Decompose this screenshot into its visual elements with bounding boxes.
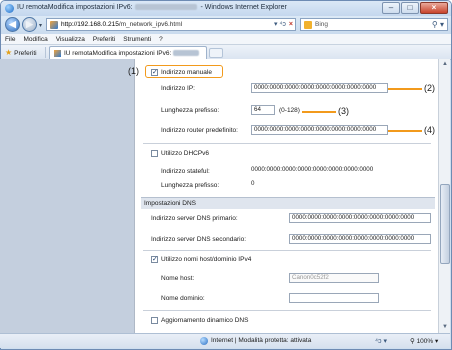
menu-preferiti[interactable]: Preferiti (93, 34, 115, 44)
close-button[interactable]: × (420, 2, 448, 14)
favorites-button[interactable]: ★ Preferiti (5, 48, 37, 57)
stop-icon[interactable]: × (289, 21, 293, 28)
dns-secondary-label: Indirizzo server DNS secondario: (151, 236, 247, 243)
search-input[interactable]: Bing (315, 21, 328, 28)
vertical-scrollbar[interactable]: ▲ ▼ (438, 59, 450, 333)
dns-section-header: Impostazioni DNS (141, 197, 435, 209)
redacted-tab-part (173, 50, 200, 57)
favorites-bar: ★ Preferiti IU remotaModifica impostazion… (1, 45, 451, 60)
recent-pages-dropdown[interactable]: ▾ (39, 22, 42, 29)
callout-1: (1) (128, 66, 139, 76)
zoom-level[interactable]: ⚲ 100% ▾ (410, 337, 438, 345)
globe-icon (200, 337, 208, 345)
search-icon[interactable]: ⚲ ▾ (432, 20, 444, 29)
forward-button[interactable]: ▶ (22, 17, 37, 32)
separator (45, 47, 46, 58)
dynamic-dns-checkbox[interactable] (151, 317, 158, 324)
prefix-length-label: Lunghezza prefisso: (161, 107, 220, 114)
address-controls[interactable]: ▾ ⁴ↄ × (274, 20, 293, 28)
stateful-address-label: Indirizzo stateful: (161, 168, 210, 175)
ip-address-label: Indirizzo IP: (161, 85, 195, 92)
window-title: IU remotaModifica impostazioni IPv6: - W… (17, 4, 287, 11)
stateful-prefix-label: Lunghezza prefisso: (161, 182, 220, 189)
menu-help[interactable]: ? (159, 34, 163, 44)
prefix-length-input[interactable]: 64 (251, 105, 275, 115)
prefix-range-hint: (0-128) (279, 107, 300, 114)
use-ipv4-names-checkbox[interactable] (151, 255, 158, 263)
default-router-label: Indirizzo router predefinito: (161, 127, 238, 134)
callout-3: (3) (338, 106, 349, 116)
host-name-label: Nome host: (161, 275, 195, 282)
search-box[interactable]: Bing ⚲ ▾ (300, 18, 448, 31)
address-url[interactable]: http://192.168.0.215/m_network_ipv6.html (61, 21, 182, 28)
manual-address-checkbox[interactable] (151, 68, 158, 76)
window-controls: – □ × (381, 2, 448, 14)
page-favicon-icon (50, 21, 58, 29)
dns-primary-label: Indirizzo server DNS primario: (151, 215, 238, 222)
stateful-address-value: 0000:0000:0000:0000:0000:0000:0000:0000 (251, 166, 374, 173)
menu-file[interactable]: File (5, 34, 15, 44)
host-name-input[interactable]: Canon0c52f2 (289, 273, 379, 283)
ie-logo-icon (5, 4, 14, 13)
menu-bar: File Modifica Visualizza Preferiti Strum… (1, 34, 451, 45)
divider (143, 250, 431, 251)
dynamic-dns-label: Aggiornamento dinamico DNS (161, 317, 249, 324)
status-bar: Internet | Modalità protetta: attivata ⁴… (0, 333, 450, 348)
minimize-button[interactable]: – (382, 2, 400, 14)
page-content: Indirizzo manuale Indirizzo IP: 0000:000… (0, 59, 438, 333)
address-bar[interactable]: http://192.168.0.215/m_network_ipv6.html… (46, 18, 296, 31)
callout-2: (2) (424, 83, 435, 93)
divider (143, 310, 431, 311)
back-button[interactable]: ◀ (5, 17, 20, 32)
star-icon: ★ (5, 48, 13, 57)
status-zone: Internet | Modalità protetta: attivata (211, 337, 312, 344)
callout-4: (4) (424, 125, 435, 135)
domain-name-label: Nome dominio: (161, 295, 205, 302)
browser-tab[interactable]: IU remotaModifica impostazioni IPv6: (49, 46, 207, 60)
refresh-icon[interactable]: ▾ ⁴ↄ (274, 21, 286, 28)
callout-line-2 (388, 88, 422, 90)
dhcpv6-label: Utilizzo DHCPv6 (161, 150, 210, 157)
scrollbar-thumb[interactable] (440, 184, 450, 264)
bing-icon (304, 21, 312, 29)
protected-mode-icon[interactable]: ⁴ↄ ▾ (375, 337, 387, 345)
dns-primary-input[interactable]: 0000:0000:0000:0000:0000:0000:0000:0000 (289, 213, 431, 223)
menu-visualizza[interactable]: Visualizza (56, 34, 85, 44)
title-bar: IU remotaModifica impostazioni IPv6: - W… (1, 1, 451, 16)
dns-secondary-input[interactable]: 0000:0000:0000:0000:0000:0000:0000:0000 (289, 234, 431, 244)
default-router-input[interactable]: 0000:0000:0000:0000:0000:0000:0000:0000 (251, 125, 388, 135)
tab-title: IU remotaModifica impostazioni IPv6: (64, 50, 201, 57)
tab-favicon-icon (54, 50, 61, 57)
navigation-bar: ◀ ▶ ▾ http://192.168.0.215/m_network_ipv… (1, 16, 451, 34)
ip-address-input[interactable]: 0000:0000:0000:0000:0000:0000:0000:0000 (251, 83, 388, 93)
use-ipv4-names-label: Utilizzo nomi host/dominio IPv4 (161, 256, 252, 263)
menu-modifica[interactable]: Modifica (23, 34, 47, 44)
scroll-down-icon[interactable]: ▼ (440, 323, 450, 332)
stateful-prefix-value: 0 (251, 180, 255, 187)
settings-pane: Indirizzo manuale Indirizzo IP: 0000:000… (134, 59, 438, 333)
redacted-title-part (134, 4, 197, 11)
scroll-up-icon[interactable]: ▲ (440, 60, 450, 69)
manual-address-label: Indirizzo manuale (161, 69, 212, 76)
callout-line-4 (388, 130, 422, 132)
domain-name-input[interactable] (289, 293, 379, 303)
menu-strumenti[interactable]: Strumenti (123, 34, 151, 44)
left-navigation-pane (0, 59, 134, 333)
maximize-button[interactable]: □ (401, 2, 419, 14)
callout-line-3 (302, 111, 336, 113)
dhcpv6-checkbox[interactable] (151, 150, 158, 157)
new-tab-button[interactable] (209, 48, 223, 58)
divider (143, 143, 431, 144)
